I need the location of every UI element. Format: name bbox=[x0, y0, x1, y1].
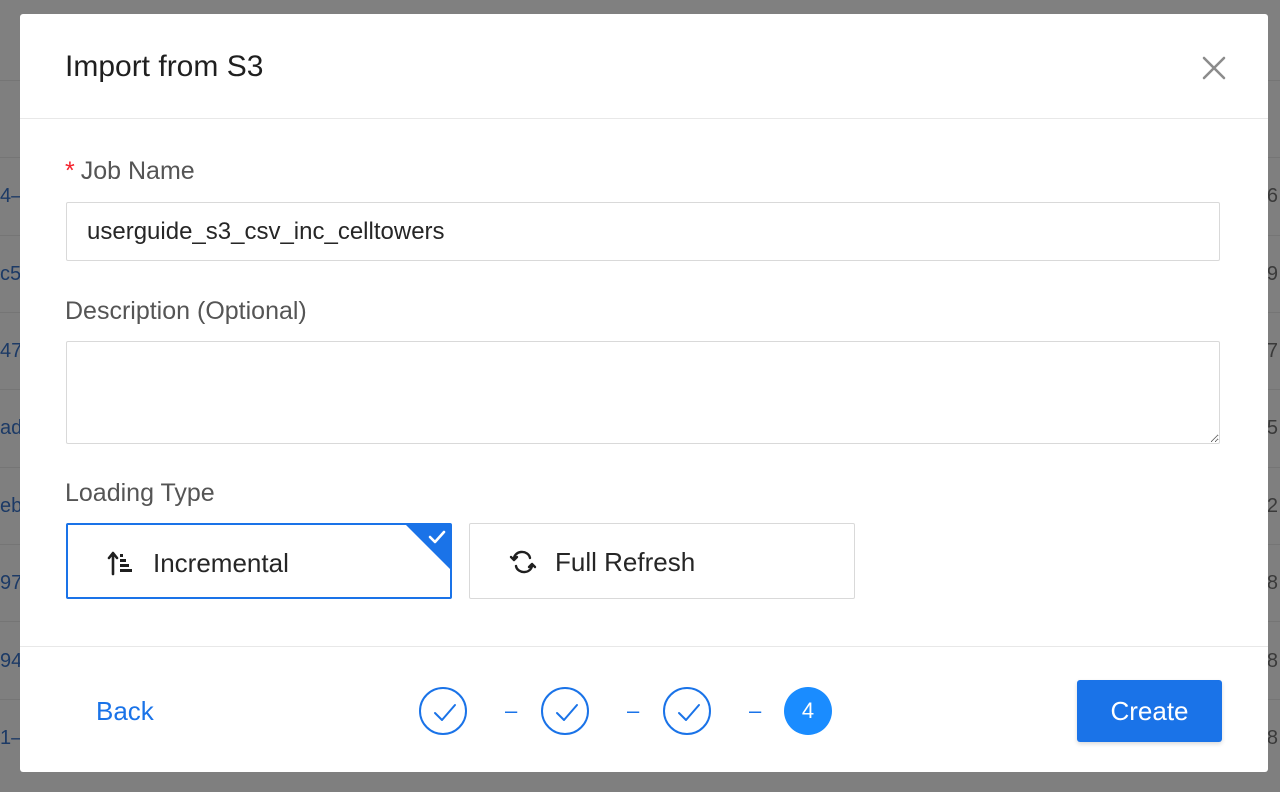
step-1-done[interactable] bbox=[419, 687, 467, 735]
incremental-label: Incremental bbox=[153, 548, 289, 578]
refresh-icon bbox=[509, 550, 537, 574]
step-separator: – bbox=[627, 698, 640, 723]
background-row-id: 94 bbox=[0, 650, 23, 672]
check-icon bbox=[428, 530, 446, 544]
loading-type-full-refresh[interactable]: Full Refresh bbox=[469, 523, 855, 599]
footer-divider bbox=[20, 646, 1268, 647]
background-row-value: 7 bbox=[1266, 340, 1278, 362]
create-button[interactable]: Create bbox=[1077, 680, 1222, 742]
step-4-current: 4 bbox=[784, 687, 832, 735]
full-refresh-label: Full Refresh bbox=[555, 547, 696, 577]
background-row-value: 9 bbox=[1266, 263, 1278, 285]
background-row-value: 8 bbox=[1266, 572, 1278, 594]
background-row-value: 8 bbox=[1266, 727, 1278, 749]
background-row-value: 5 bbox=[1266, 417, 1278, 439]
step-separator: – bbox=[505, 698, 518, 723]
background-row-id: 4– bbox=[0, 185, 23, 207]
loading-type-label: Loading Type bbox=[65, 479, 215, 507]
back-button[interactable]: Back bbox=[96, 696, 154, 727]
required-marker: * bbox=[65, 157, 75, 185]
sort-ascending-icon bbox=[107, 551, 132, 576]
check-icon bbox=[434, 704, 456, 721]
job-name-label-text: Job Name bbox=[80, 157, 195, 185]
step-2-done[interactable] bbox=[541, 687, 589, 735]
job-name-input[interactable] bbox=[66, 202, 1220, 261]
close-icon bbox=[1202, 56, 1226, 80]
background-row-value: 6 bbox=[1266, 185, 1278, 207]
background-row-id: c5 bbox=[0, 263, 22, 285]
close-button[interactable] bbox=[1200, 54, 1228, 82]
description-label: Description (Optional) bbox=[65, 297, 307, 325]
job-name-label: * Job Name bbox=[65, 157, 195, 186]
background-row-value: 2 bbox=[1266, 495, 1278, 517]
background-row-value: 8 bbox=[1266, 650, 1278, 672]
step-3-done[interactable] bbox=[663, 687, 711, 735]
background-row-id: eb bbox=[0, 495, 23, 517]
step-separator: – bbox=[749, 698, 762, 723]
description-textarea[interactable] bbox=[66, 341, 1220, 444]
check-icon bbox=[678, 704, 700, 721]
dialog-header: Import from S3 bbox=[20, 14, 1268, 119]
background-row-id: 1– bbox=[0, 727, 23, 749]
check-icon bbox=[556, 704, 578, 721]
import-dialog: Import from S3 *Job Name Description (Op… bbox=[20, 14, 1268, 772]
loading-type-incremental[interactable]: Incremental bbox=[66, 523, 452, 599]
dialog-title: Import from S3 bbox=[65, 50, 264, 83]
